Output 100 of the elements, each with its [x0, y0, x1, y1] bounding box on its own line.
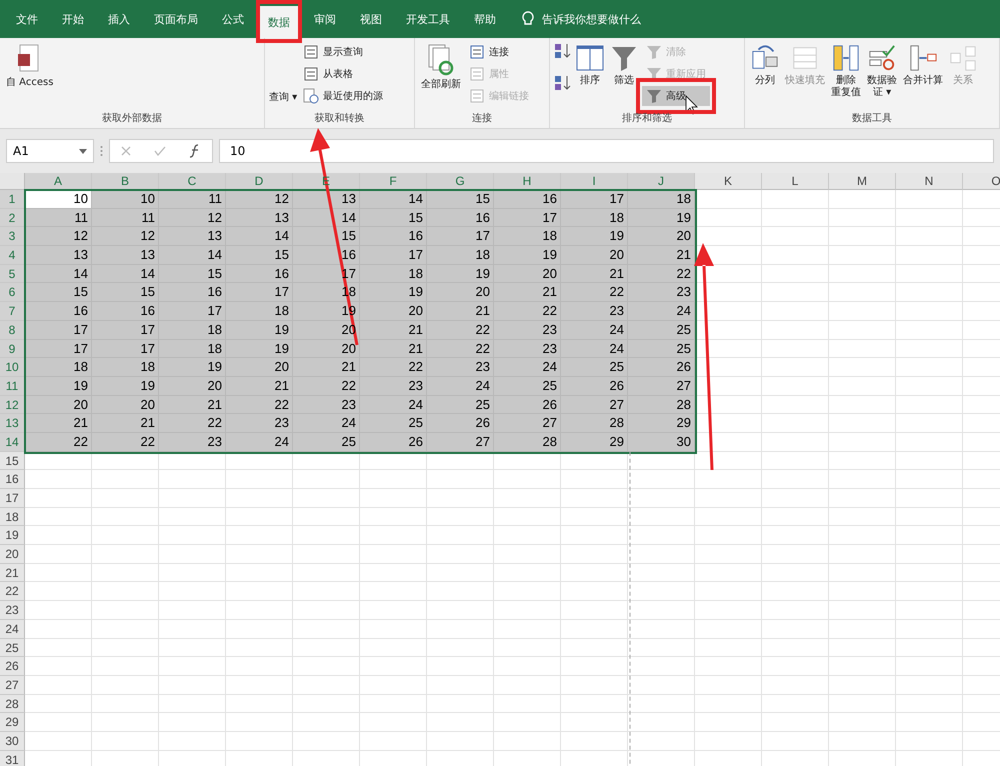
table-cell — [226, 732, 293, 751]
row-header[interactable]: 30 — [0, 732, 25, 751]
row-header[interactable]: 17 — [0, 489, 25, 508]
table-cell — [829, 526, 896, 546]
table-cell: 13 — [92, 246, 159, 265]
row-header[interactable]: 25 — [0, 638, 25, 658]
table-cell — [896, 190, 963, 209]
row-header[interactable]: 21 — [0, 564, 25, 582]
ribbon-tab[interactable]: 审阅 — [302, 0, 348, 38]
ribbon-button[interactable]: 删除 重复值 — [829, 42, 863, 101]
table-cell — [695, 358, 762, 377]
ribbon-tab[interactable]: 页面布局 — [142, 0, 210, 38]
column-header[interactable]: J — [628, 173, 695, 190]
table-cell — [762, 545, 829, 564]
ribbon-button[interactable]: 数据验 证 ▾ — [865, 42, 899, 101]
name-box[interactable]: A1 — [6, 139, 94, 163]
ribbon-button[interactable]: 分列 — [749, 42, 781, 89]
table-cell — [829, 732, 896, 751]
column-header[interactable]: O — [963, 173, 1000, 190]
ribbon-button[interactable]: 高级 — [642, 86, 710, 106]
row-header[interactable]: 11 — [0, 376, 25, 396]
row-header[interactable]: 4 — [0, 246, 25, 265]
row-header[interactable]: 2 — [0, 208, 25, 228]
table-cell — [494, 601, 561, 620]
table-cell — [25, 713, 92, 732]
row-header[interactable]: 18 — [0, 508, 25, 526]
ribbon-button[interactable]: 显示查询 — [299, 42, 388, 62]
ribbon-button[interactable]: 全部刷新 — [419, 42, 463, 93]
column-header[interactable]: I — [561, 173, 628, 190]
table-cell: 13 — [159, 227, 226, 246]
row-header[interactable]: 8 — [0, 320, 25, 340]
column-header[interactable]: K — [695, 173, 762, 190]
ribbon-button[interactable]: 最近使用的源 — [299, 86, 388, 106]
ribbon-tab[interactable]: 插入 — [96, 0, 142, 38]
row-header[interactable]: 7 — [0, 302, 25, 321]
query-button[interactable]: 查询 ▾ — [269, 90, 298, 104]
column-header[interactable]: C — [159, 173, 226, 190]
column-header[interactable]: F — [360, 173, 427, 190]
column-header[interactable]: L — [762, 173, 829, 190]
row-header[interactable]: 27 — [0, 676, 25, 695]
ribbon-tab[interactable]: 公式 — [210, 0, 256, 38]
ribbon-tab[interactable]: 开发工具 — [394, 0, 462, 38]
table-cell — [829, 246, 896, 265]
row-header[interactable]: 20 — [0, 545, 25, 564]
table-cell — [92, 657, 159, 676]
table-cell — [829, 227, 896, 246]
row-header[interactable]: 5 — [0, 264, 25, 284]
row-header[interactable]: 9 — [0, 340, 25, 358]
ribbon-button[interactable]: 自 Access — [4, 42, 56, 91]
table-cell — [561, 564, 628, 582]
row-header[interactable]: 12 — [0, 396, 25, 414]
column-header[interactable]: B — [92, 173, 159, 190]
column-header[interactable]: G — [427, 173, 494, 190]
row-header[interactable]: 13 — [0, 414, 25, 433]
row-header[interactable]: 3 — [0, 227, 25, 246]
row-header[interactable]: 1 — [0, 190, 25, 209]
ribbon-tab[interactable]: 视图 — [348, 0, 394, 38]
ribbon-tab[interactable]: 文件 — [4, 0, 50, 38]
formula-field[interactable]: 10 — [219, 139, 994, 163]
row-header[interactable]: 19 — [0, 526, 25, 546]
ribbon-button[interactable]: 合并计算 — [901, 42, 945, 89]
column-header[interactable]: N — [896, 173, 963, 190]
ribbon-button[interactable]: 筛选 — [608, 42, 640, 89]
relationship-icon — [949, 44, 977, 72]
row-header[interactable]: 22 — [0, 582, 25, 602]
sort-ascending-icon[interactable] — [554, 42, 572, 60]
row-header[interactable]: 6 — [0, 283, 25, 302]
row-header[interactable]: 26 — [0, 657, 25, 676]
table-cell: 24 — [293, 414, 360, 433]
ribbon-tab[interactable]: 帮助 — [462, 0, 508, 38]
row-header[interactable]: 31 — [0, 750, 25, 766]
column-header[interactable]: D — [226, 173, 293, 190]
column-header[interactable]: H — [494, 173, 561, 190]
table-cell — [360, 657, 427, 676]
tell-me-field[interactable]: 告诉我你想要做什么 — [542, 12, 641, 26]
table-cell: 17 — [494, 208, 561, 228]
table-cell: 18 — [159, 340, 226, 358]
table-cell — [427, 545, 494, 564]
ribbon-tab[interactable]: 开始 — [50, 0, 96, 38]
row-header[interactable]: 24 — [0, 620, 25, 638]
column-header[interactable]: A — [25, 173, 92, 190]
row-header[interactable]: 28 — [0, 694, 25, 714]
row-header[interactable]: 14 — [0, 432, 25, 452]
column-header[interactable]: M — [829, 173, 896, 190]
table-cell: 16 — [293, 246, 360, 265]
sort-descending-icon[interactable] — [554, 74, 572, 92]
table-cell — [25, 526, 92, 546]
table-cell — [896, 750, 963, 766]
row-header[interactable]: 16 — [0, 470, 25, 489]
row-header[interactable]: 23 — [0, 601, 25, 620]
row-header[interactable]: 15 — [0, 452, 25, 470]
table-cell — [829, 396, 896, 414]
row-header[interactable]: 29 — [0, 713, 25, 732]
ribbon-button[interactable]: 排序 — [574, 42, 606, 89]
table-cell — [293, 489, 360, 508]
function-icon[interactable] — [188, 144, 201, 158]
row-header[interactable]: 10 — [0, 358, 25, 377]
ribbon-button[interactable]: 从表格 — [299, 64, 388, 84]
ribbon-button[interactable]: 连接 — [465, 42, 533, 62]
check-icon[interactable] — [154, 146, 166, 156]
